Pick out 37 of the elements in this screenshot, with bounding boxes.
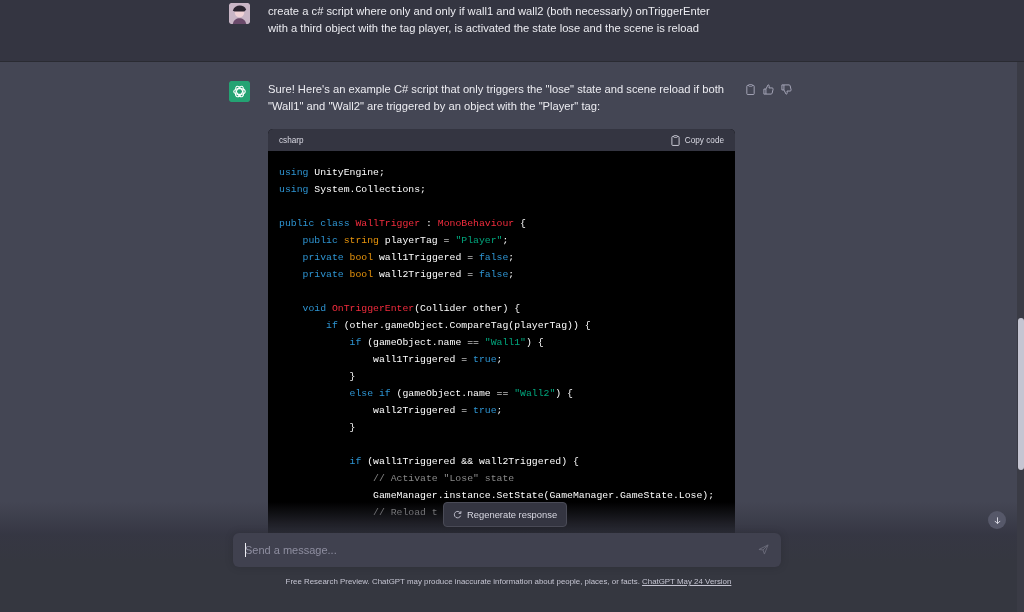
scrollbar-thumb[interactable] [1018,318,1024,470]
send-icon[interactable] [758,544,769,555]
assistant-logo-icon [229,81,250,102]
message-input[interactable]: Send a message... [233,533,781,567]
scroll-down-button[interactable] [988,511,1006,529]
code-line: using System.Collections; [279,183,426,197]
code-line: if (gameObject.name == "Wall1") { [348,336,544,350]
copy-code-button[interactable]: Copy code [670,134,724,146]
clipboard-icon[interactable] [745,84,756,95]
regenerate-button[interactable]: Regenerate response [443,502,568,527]
thumbs-up-icon[interactable] [763,84,774,95]
user-message: create a c# script where only and only if wall1 and wall2 (both necessarly) onTriggerEnter with a third object with the tag player, is activated the state lose and the scene is reload [268,4,711,36]
refresh-icon [453,510,462,519]
assistant-message: Sure! Here's an example C# script that only triggers the "lose" state and scene reload if both "Wall1" and "Wall2" are triggered by an object with the "Player" tag: [268,82,725,114]
code-line: if (wall1Triggered && wall2Triggered) { [348,455,579,469]
code-line: wall1Triggered = true; [372,353,503,367]
code-line: public string playerTag = "Player"; [301,234,509,248]
code-line: using UnityEngine; [279,166,385,180]
code-line: private bool wall2Triggered = false; [301,268,515,282]
code-language: csharp [279,135,304,145]
text-cursor [245,543,246,557]
arrow-down-icon [992,515,1002,525]
thumbs-down-icon[interactable] [781,84,792,95]
code-line: // Activate "Lose" state [372,472,515,486]
code-line: GameManager.instance.SetState(GameManager.GameState.Lose); [372,489,715,503]
code-line: // Reload t [372,506,438,520]
code-line: } [348,421,356,435]
code-line: public class WallTrigger : MonoBehaviour { [279,217,526,231]
user-avatar [229,3,250,24]
code-line: wall2Triggered = true; [372,404,503,418]
scrollbar[interactable] [1017,62,1024,612]
code-line: private bool wall1Triggered = false; [301,251,515,265]
code-line: void OnTriggerEnter(Collider other) { [301,302,521,316]
code-line: if (other.gameObject.CompareTag(playerTag)) { [325,319,591,333]
clipboard-icon [670,134,680,146]
code-line: else if (gameObject.name == "Wall2") { [348,387,573,401]
code-line: } [348,370,356,384]
